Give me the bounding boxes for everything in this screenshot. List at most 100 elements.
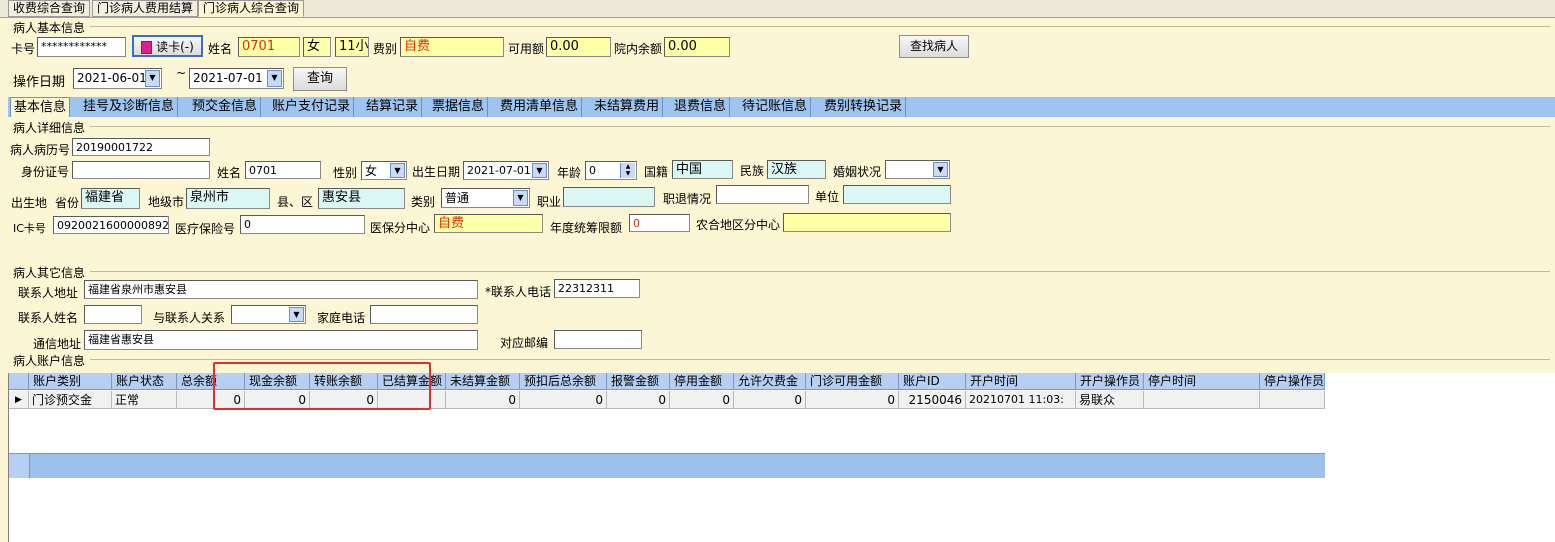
- col-header[interactable]: 开户操作员: [1076, 373, 1144, 390]
- chevron-down-icon[interactable]: ▼: [267, 70, 282, 87]
- ic-input[interactable]: 0920021600000892: [53, 216, 169, 234]
- mail-addr-input[interactable]: 福建省惠安县: [84, 330, 478, 350]
- basic-info-divider: [90, 26, 1550, 27]
- query-button[interactable]: 查询: [293, 67, 347, 91]
- table-cell[interactable]: [1260, 391, 1325, 409]
- fee-type-input[interactable]: 自费: [400, 37, 504, 57]
- annual-label: 年度统筹限额: [550, 221, 623, 235]
- contact-phone-input[interactable]: 22312311: [554, 279, 640, 298]
- unit-input[interactable]: [843, 185, 951, 204]
- record-no-input[interactable]: 20190001722: [72, 138, 210, 156]
- table-cell[interactable]: 0: [446, 391, 520, 409]
- category-select[interactable]: 普通 ▼: [441, 188, 530, 208]
- hospital-balance-input[interactable]: 0.00: [664, 37, 730, 57]
- tab-outpatient-query[interactable]: 门诊病人综合查询: [198, 0, 305, 17]
- insurance-input[interactable]: 0: [240, 215, 365, 234]
- name-input[interactable]: 0701: [238, 37, 300, 57]
- available-input[interactable]: 0.00: [546, 37, 611, 57]
- postcode-input[interactable]: [554, 330, 642, 349]
- table-cell[interactable]: 0: [520, 391, 607, 409]
- relation-select[interactable]: ▼: [231, 305, 306, 324]
- nationality-input[interactable]: 中国: [672, 160, 733, 179]
- ethnic-input[interactable]: 汉族: [767, 160, 826, 179]
- tab-refund[interactable]: 退费信息: [671, 97, 731, 117]
- table-cell[interactable]: 正常: [112, 391, 177, 409]
- find-patient-button[interactable]: 查找病人: [899, 35, 969, 58]
- col-header[interactable]: 账户状态: [112, 373, 177, 390]
- date-from-picker[interactable]: 2021-06-01 ▼: [73, 68, 162, 89]
- chevron-down-icon[interactable]: ▼: [289, 307, 304, 322]
- tab-fee-list[interactable]: 费用清单信息: [497, 97, 583, 117]
- col-header[interactable]: 门诊可用金额: [806, 373, 899, 390]
- name-label: 姓名: [208, 42, 233, 56]
- table-cell[interactable]: 0: [607, 391, 670, 409]
- card-number-input[interactable]: ************: [37, 37, 126, 57]
- contact-addr-input[interactable]: 福建省泉州市惠安县: [84, 280, 478, 299]
- table-cell[interactable]: 0: [734, 391, 806, 409]
- table-cell[interactable]: 20210701 11:03:: [966, 391, 1076, 409]
- birth-picker[interactable]: 2021-07-01 ▼: [463, 161, 549, 180]
- tab-unsettled[interactable]: 未结算费用: [591, 97, 664, 117]
- read-card-button[interactable]: 读卡(-): [132, 35, 203, 57]
- job-label: 职业: [537, 195, 562, 209]
- date-separator: ~: [176, 66, 187, 80]
- col-header[interactable]: 账户类别: [29, 373, 112, 390]
- contact-name-label: 联系人姓名: [18, 311, 79, 325]
- tab-settlement[interactable]: 结算记录: [363, 97, 423, 117]
- unit-label: 单位: [815, 190, 840, 204]
- job-input[interactable]: [563, 187, 655, 207]
- table-cell[interactable]: 门诊预交金: [29, 391, 112, 409]
- date-to-picker[interactable]: 2021-07-01 ▼: [189, 68, 284, 89]
- col-header[interactable]: 开户时间: [966, 373, 1076, 390]
- tab-charge-query[interactable]: 收费综合查询: [8, 0, 91, 17]
- city-input[interactable]: 泉州市: [186, 188, 270, 209]
- chevron-down-icon[interactable]: ▼: [390, 163, 405, 178]
- tab-basic-info[interactable]: 基本信息: [10, 97, 71, 117]
- chevron-down-icon[interactable]: ▼: [532, 163, 547, 178]
- chevron-down-icon[interactable]: ▼: [145, 70, 160, 87]
- col-header[interactable]: 未结算金额: [446, 373, 520, 390]
- rural-label: 农合地区分中心: [696, 218, 781, 232]
- col-header[interactable]: 停用金额: [670, 373, 734, 390]
- other-divider: [90, 271, 1550, 272]
- col-header[interactable]: 停户操作员: [1260, 373, 1325, 390]
- tab-outpatient-settlement[interactable]: 门诊病人费用结算: [92, 0, 199, 17]
- table-cell[interactable]: [1144, 391, 1260, 409]
- tab-prepayment[interactable]: 预交金信息: [189, 97, 262, 117]
- tab-fee-type-change[interactable]: 费别转换记录: [821, 97, 907, 117]
- tab-account-payment[interactable]: 账户支付记录: [269, 97, 355, 117]
- id-input[interactable]: [72, 161, 210, 179]
- retire-input[interactable]: [716, 185, 809, 204]
- current-row-indicator-icon[interactable]: ▶: [9, 391, 29, 409]
- table-cell[interactable]: 2150046: [899, 391, 966, 409]
- col-header[interactable]: 预扣后总余额: [520, 373, 607, 390]
- annual-input[interactable]: 0: [629, 214, 690, 232]
- tab-registration[interactable]: 挂号及诊断信息: [80, 97, 179, 117]
- chevron-down-icon[interactable]: ▼: [933, 162, 948, 177]
- marital-select[interactable]: ▼: [885, 160, 950, 179]
- center-input[interactable]: 自费: [434, 214, 543, 233]
- sex-input[interactable]: 女: [303, 37, 331, 57]
- province-input[interactable]: 福建省: [81, 188, 140, 209]
- contact-name-input[interactable]: [84, 305, 142, 324]
- age-input[interactable]: 11小时: [335, 37, 369, 57]
- detail-sex-select[interactable]: 女 ▼: [361, 161, 407, 180]
- col-header[interactable]: 允许欠费金: [734, 373, 806, 390]
- chevron-down-icon[interactable]: ▼: [513, 190, 528, 206]
- spin-arrows-icon[interactable]: ▲ ▼: [620, 163, 635, 178]
- col-header[interactable]: 停户时间: [1144, 373, 1260, 390]
- rural-input[interactable]: [783, 213, 951, 232]
- county-input[interactable]: 惠安县: [318, 188, 405, 209]
- col-header[interactable]: 报警金额: [607, 373, 670, 390]
- city-label: 地级市: [148, 195, 185, 209]
- table-cell[interactable]: 0: [670, 391, 734, 409]
- tab-pending-bill[interactable]: 待记账信息: [739, 97, 812, 117]
- account-title: 病人账户信息: [13, 354, 86, 368]
- home-phone-input[interactable]: [370, 305, 478, 324]
- col-header[interactable]: 账户ID: [899, 373, 966, 390]
- table-cell[interactable]: 0: [806, 391, 899, 409]
- table-cell[interactable]: 易联众: [1076, 391, 1144, 409]
- detail-name-input[interactable]: 0701: [245, 161, 321, 179]
- tab-invoice[interactable]: 票据信息: [429, 97, 489, 117]
- age-spinner[interactable]: 0 ▲ ▼: [585, 161, 637, 180]
